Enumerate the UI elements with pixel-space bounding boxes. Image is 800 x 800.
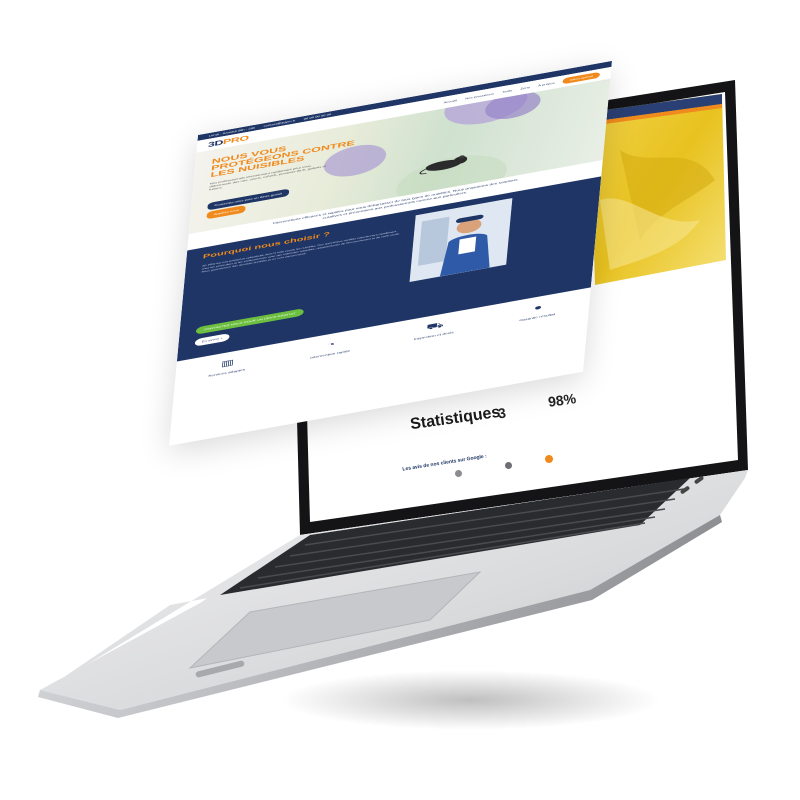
feature-label: Services adaptés	[208, 368, 246, 378]
feature-item: ◔ Intervention rapide	[299, 336, 359, 398]
feature-item: ▥ Services adaptés	[196, 355, 256, 417]
review-avatar	[505, 462, 512, 469]
hero-contact-button[interactable]: Contactez-nous pour un devis gratuit	[207, 188, 290, 211]
feature-label: Inspection et devis	[413, 330, 454, 341]
feature-label: Intervention rapide	[310, 349, 351, 360]
nav-home[interactable]: Accueil	[443, 99, 457, 104]
feature-item: ⛟ Inspection et devis	[403, 318, 463, 380]
feature-item: ● Garantie résultat	[506, 299, 566, 361]
why-contact-button[interactable]: CONTACTEZ-NOUS POUR UN DEVIS GRATUIT	[195, 308, 305, 335]
why-more-button[interactable]: En savoir +	[194, 333, 230, 347]
technician-photo	[409, 198, 513, 282]
review-avatar	[455, 470, 462, 477]
review-avatar	[545, 455, 553, 463]
laptop-mockup-scene: Statistiques 3 98% Les avis de nos clien…	[0, 0, 800, 800]
truck-icon: ⛟	[425, 320, 445, 333]
nav-pricing[interactable]: Tarifs	[502, 89, 512, 94]
nav-services[interactable]: Nos prestations	[465, 92, 494, 100]
gauge-icon: ◔	[326, 340, 336, 350]
chart-icon: ▥	[220, 358, 235, 369]
nav-zone[interactable]: Zone	[520, 86, 530, 91]
nav-about[interactable]: À propos	[538, 81, 555, 87]
laptop-shadow	[280, 670, 660, 730]
feature-label: Garantie résultat	[519, 312, 556, 322]
user-icon: ●	[533, 303, 543, 313]
